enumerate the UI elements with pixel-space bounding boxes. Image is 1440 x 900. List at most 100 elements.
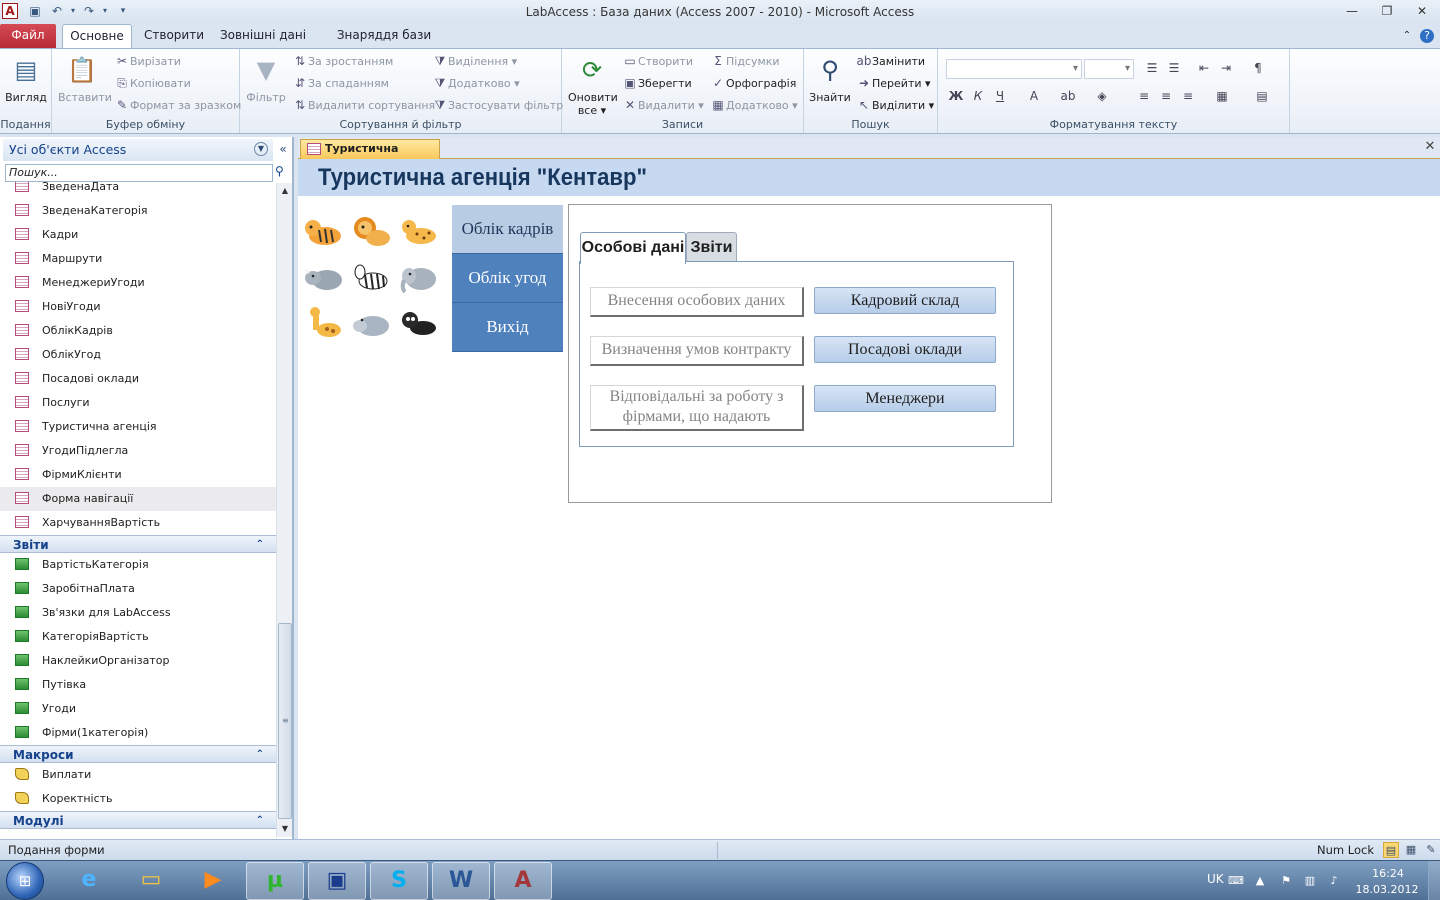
tab-database-tools[interactable]: Знаряддя бази даних <box>318 24 450 65</box>
shutter-bar-close-icon[interactable]: « <box>276 142 290 156</box>
nav-form-item-selected[interactable]: Форма навігації <box>0 487 276 511</box>
highlight-icon[interactable]: ab <box>1060 89 1076 105</box>
nav-form-item[interactable]: ОблікУгод <box>0 343 276 367</box>
font-color-icon[interactable]: A <box>1026 89 1042 105</box>
minimize-ribbon-icon[interactable]: ⌃ <box>1400 24 1414 48</box>
nav-section-modules[interactable]: Модулі ⌃ <box>0 811 276 829</box>
nav-form-item[interactable]: НовіУгоди <box>0 295 276 319</box>
nav-report-item[interactable]: КатегоріяВартість <box>0 625 276 649</box>
managers-button[interactable]: Менеджери <box>814 385 996 412</box>
refresh-all-button[interactable]: ⟳ Оновити все ▾ <box>568 53 618 117</box>
nav-report-item[interactable]: Зв'язки для LabAccess <box>0 601 276 625</box>
collapse-chevron-icon[interactable]: ⌃ <box>256 536 264 554</box>
copy-button[interactable]: ⎘ Копіювати <box>114 75 191 91</box>
nav-section-reports[interactable]: Звіти ⌃ <box>0 535 276 553</box>
scroll-down-icon[interactable]: ▼ <box>277 821 293 837</box>
bold-icon[interactable]: Ж <box>948 89 964 105</box>
tab-create[interactable]: Створити <box>140 24 208 48</box>
nav-macro-item[interactable]: Виплати <box>0 763 276 787</box>
collapse-chevron-icon[interactable]: ⌃ <box>256 812 264 830</box>
nav-menu-chevron-icon[interactable]: ▼ <box>254 142 268 156</box>
action-center-icon[interactable]: ⚑ <box>1278 873 1294 889</box>
tab-reports[interactable]: Звіти <box>686 232 737 262</box>
close-button[interactable]: ✕ <box>1410 3 1434 19</box>
bullets-icon[interactable]: ☰ <box>1144 61 1160 77</box>
numbering-icon[interactable]: ☰ <box>1166 61 1182 77</box>
goto-button[interactable]: ➜ Перейти ▾ <box>856 75 931 91</box>
access-taskbar-icon[interactable]: A <box>494 862 552 900</box>
nav-pane-header[interactable]: Усі об'єкти Access <box>3 139 273 161</box>
clock-time[interactable]: 16:24 <box>1360 866 1416 881</box>
align-right-icon[interactable]: ≡ <box>1180 89 1196 105</box>
nav-report-item[interactable]: ВартістьКатегорія <box>0 553 276 577</box>
staff-button[interactable]: Кадровий склад <box>814 287 996 314</box>
volume-icon[interactable]: ♪ <box>1326 873 1342 889</box>
minimize-button[interactable]: — <box>1340 3 1364 19</box>
increase-indent-icon[interactable]: ⇥ <box>1218 61 1234 77</box>
close-document-icon[interactable]: ✕ <box>1423 140 1437 154</box>
salaries-button[interactable]: Посадові оклади <box>814 336 996 363</box>
show-desktop-button[interactable] <box>1428 861 1440 900</box>
internet-explorer-icon[interactable]: e <box>60 862 118 900</box>
nav-form-item[interactable]: Кадри <box>0 223 276 247</box>
floppy-disk-icon[interactable]: ▣ <box>308 862 366 900</box>
nav-section-macros[interactable]: Макроси ⌃ <box>0 745 276 763</box>
cut-button[interactable]: ✂ Вирізати <box>114 53 181 69</box>
nav-search-input[interactable]: Пошук... <box>5 164 273 182</box>
document-tab[interactable]: Туристична агенція <box>300 139 440 173</box>
select-button[interactable]: ↖ Виділити ▾ <box>856 97 934 113</box>
nav-form-item[interactable]: ХарчуванняВартість <box>0 511 276 535</box>
clock-date[interactable]: 18.03.2012 <box>1354 882 1420 897</box>
selection-button[interactable]: ⧩ Виділення ▾ <box>432 53 518 69</box>
design-view-icon[interactable]: ✎ <box>1423 842 1439 858</box>
scroll-thumb[interactable]: ≡ <box>278 623 292 819</box>
file-explorer-icon[interactable]: ▭ <box>122 862 180 900</box>
decrease-indent-icon[interactable]: ⇤ <box>1196 61 1212 77</box>
fill-color-icon[interactable]: ◈ <box>1094 89 1110 105</box>
nav-report-item[interactable]: Фірми(1категорія) <box>0 721 276 745</box>
scroll-up-icon[interactable]: ▲ <box>277 183 293 199</box>
nav-button-staff-records[interactable]: Облік кадрів <box>452 205 563 254</box>
find-button[interactable]: ⚲ Знайти <box>806 53 854 104</box>
sort-asc-button[interactable]: ⇅ За зростанням <box>292 53 393 69</box>
italic-icon[interactable]: К <box>970 89 986 105</box>
font-name-box[interactable]: ▾ <box>946 59 1082 79</box>
word-icon[interactable]: W <box>432 862 490 900</box>
nav-form-item[interactable]: УгодиПідлегла <box>0 439 276 463</box>
tab-personal-data[interactable]: Особові дані <box>580 232 686 264</box>
help-icon[interactable]: ? <box>1420 29 1434 43</box>
totals-button[interactable]: Σ Підсумки <box>710 53 779 69</box>
keyboard-icon[interactable]: ⌨ <box>1228 873 1244 889</box>
nav-form-item[interactable]: Посадові оклади <box>0 367 276 391</box>
align-left-icon[interactable]: ≡ <box>1136 89 1152 105</box>
nav-form-item[interactable]: ЗведенаКатегорія <box>0 199 276 223</box>
filter-button[interactable]: ▼ Фільтр <box>242 53 290 104</box>
search-icon[interactable]: ⚲ <box>275 164 289 180</box>
remove-sort-button[interactable]: ⇅ Видалити сортування <box>292 97 435 113</box>
nav-scrollbar[interactable]: ▲ ≡ ▼ <box>276 183 292 837</box>
toggle-filter-button[interactable]: ⧩ Застосувати фільтр <box>432 97 564 113</box>
gridlines-icon[interactable]: ▦ <box>1214 89 1230 105</box>
new-record-button[interactable]: ▭ Створити <box>622 53 693 69</box>
nav-form-item[interactable]: ФірмиКлієнти <box>0 463 276 487</box>
nav-macro-item[interactable]: Коректність <box>0 787 276 811</box>
tab-file[interactable]: Файл <box>0 24 56 48</box>
paste-button[interactable]: 📋 Вставити <box>58 53 112 104</box>
start-button[interactable]: ⊞ <box>6 862 44 900</box>
alt-row-color-icon[interactable]: ▤ <box>1254 89 1270 105</box>
maximize-button[interactable]: ❐ <box>1375 3 1399 19</box>
utorrent-icon[interactable]: µ <box>246 862 304 900</box>
align-center-icon[interactable]: ≡ <box>1158 89 1174 105</box>
nav-report-item[interactable]: ЗаробітнаПлата <box>0 577 276 601</box>
more-records-button[interactable]: ▦ Додатково ▾ <box>710 97 797 113</box>
media-player-icon[interactable]: ▶ <box>184 862 242 900</box>
layout-view-icon[interactable]: ▦ <box>1403 842 1419 858</box>
nav-form-item[interactable]: Послуги <box>0 391 276 415</box>
font-size-box[interactable]: ▾ <box>1084 59 1134 79</box>
view-button[interactable]: ▤ Вигляд <box>2 53 50 104</box>
spelling-button[interactable]: ✓ Орфографія <box>710 75 796 91</box>
tray-expand-icon[interactable]: ▲ <box>1252 873 1268 889</box>
sort-desc-button[interactable]: ⇵ За спаданням <box>292 75 389 91</box>
nav-button-deals-records[interactable]: Облік угод <box>452 254 563 303</box>
nav-form-item[interactable]: ЗведенаДата <box>0 182 276 199</box>
